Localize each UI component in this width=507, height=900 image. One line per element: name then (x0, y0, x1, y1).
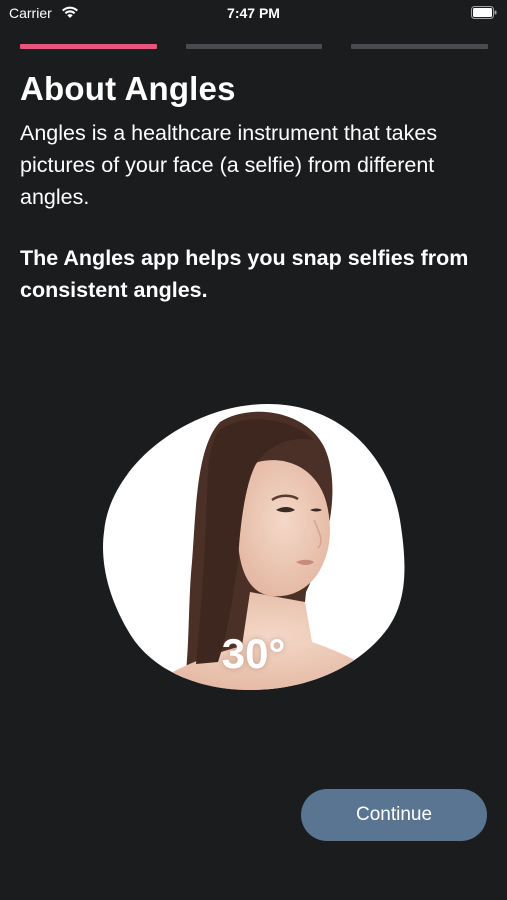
clock-time: 7:47 PM (227, 5, 280, 21)
progress-step-1 (20, 44, 157, 49)
status-bar: Carrier 7:47 PM (0, 0, 507, 28)
progress-step-3 (351, 44, 489, 49)
highlight-text: The Angles app helps you snap selfies fr… (20, 246, 469, 302)
battery-icon (471, 6, 497, 19)
intro-text: Angles is a healthcare instrument that t… (20, 121, 438, 209)
page-title: About Angles (20, 70, 236, 107)
continue-button[interactable]: Continue (301, 789, 487, 841)
onboarding-progress (20, 44, 489, 49)
progress-step-2 (185, 44, 323, 49)
angle-label: 30° (221, 630, 286, 677)
